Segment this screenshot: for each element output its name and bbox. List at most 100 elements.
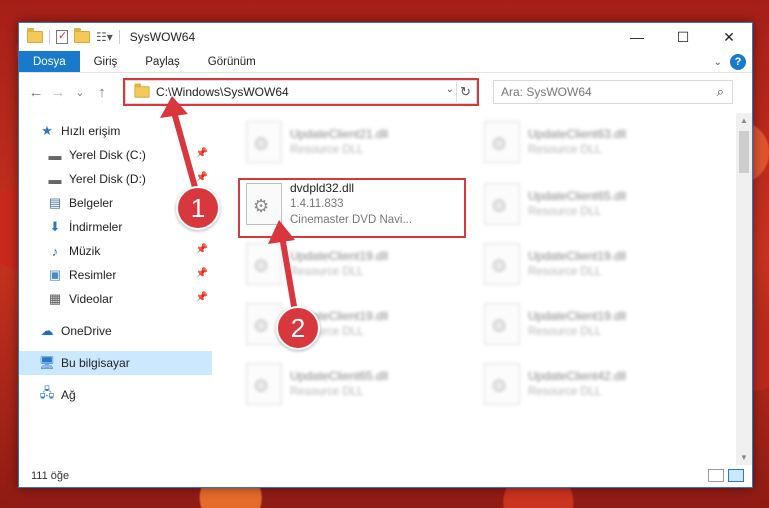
navigation-bar: ← → ⌄ ↑ C:\Windows\SysWOW64 ⌄ ↻ Ara: Sys…: [19, 73, 752, 111]
file-name: UpdateClient19.dll: [290, 249, 389, 263]
pin-icon[interactable]: 📌: [196, 244, 208, 255]
file-name: UpdateClient21.dll: [290, 127, 389, 141]
back-button[interactable]: ←: [25, 84, 47, 101]
sidebar-item-onedrive[interactable]: ☁ OneDrive: [19, 319, 212, 343]
sidebar-item-label: Resimler: [69, 268, 117, 282]
properties-icon[interactable]: [56, 29, 68, 44]
details-view-icon[interactable]: [708, 469, 724, 482]
tab-paylas[interactable]: Paylaş: [131, 51, 194, 72]
navigation-pane: ★ Hızlı erişim ▬ Yerel Disk (C:) 📌 ▬ Yer…: [19, 113, 212, 465]
sidebar-item-quick-access[interactable]: ★ Hızlı erişim: [19, 119, 212, 143]
scroll-down-icon[interactable]: ▼: [736, 453, 752, 462]
file-item[interactable]: UpdateClient65.dll Resource DLL: [240, 359, 460, 409]
file-item[interactable]: UpdateClient21.dll Resource DLL: [240, 117, 460, 167]
file-list: UpdateClient21.dllResource DLL dvdpld32.…: [212, 113, 752, 465]
sidebar-item-pictures[interactable]: ▣ Resimler 📌: [19, 263, 212, 287]
dll-file-icon: [484, 121, 520, 163]
maximize-button[interactable]: ☐: [660, 23, 706, 51]
file-type: Resource DLL: [528, 266, 602, 278]
help-icon[interactable]: ?: [730, 54, 746, 70]
sidebar-item-label: Yerel Disk (C:): [69, 148, 146, 162]
file-type: Resource DLL: [528, 386, 602, 398]
dll-file-icon: [484, 243, 520, 285]
quick-access-toolbar: ☷▾: [27, 28, 120, 44]
file-item[interactable]: UpdateClient19.dllResource DLL: [240, 299, 460, 349]
sidebar-item-videos[interactable]: ▦ Videolar 📌: [19, 287, 212, 311]
file-type: Resource DLL: [528, 326, 602, 338]
drive-icon: ▬: [48, 171, 62, 187]
sidebar-item-label: Yerel Disk (D:): [69, 172, 146, 186]
cloud-icon: ☁: [40, 323, 54, 338]
search-icon[interactable]: ⌕: [717, 84, 724, 100]
file-item[interactable]: UpdateClient19.dll Resource DLL: [478, 239, 698, 289]
sidebar-item-label: Belgeler: [69, 196, 114, 210]
file-type: Resource DLL: [290, 144, 364, 156]
expand-ribbon-icon[interactable]: ⌄: [714, 57, 722, 68]
file-name: UpdateClient19.dll: [528, 249, 627, 263]
pin-icon[interactable]: 📌: [196, 148, 208, 159]
sidebar-item-music[interactable]: ♪ Müzik 📌: [19, 239, 212, 263]
file-item[interactable]: UpdateClient65.dll Resource DLL: [478, 179, 698, 229]
vertical-scrollbar[interactable]: ▲ ▼: [736, 113, 752, 465]
file-item[interactable]: UpdateClient19.dllResource DLL: [240, 239, 460, 289]
ribbon-right-controls: ⌄ ?: [714, 54, 746, 70]
customize-toolbar-icon[interactable]: ☷▾: [96, 30, 113, 44]
explorer-window: ☷▾ SysWOW64 — ☐ ✕ Dosya Giriş Paylaş Gör…: [18, 22, 753, 488]
forward-button[interactable]: →: [47, 84, 69, 101]
sidebar-item-disk-c[interactable]: ▬ Yerel Disk (C:) 📌: [19, 143, 212, 167]
step-badge-2: 2: [276, 306, 320, 350]
scroll-up-icon[interactable]: ▲: [736, 116, 752, 125]
sidebar-item-label: Videolar: [69, 292, 113, 306]
pictures-icon: ▣: [48, 267, 62, 282]
file-name: UpdateClient63.dll: [528, 127, 627, 141]
recent-locations-button[interactable]: ⌄: [69, 86, 91, 99]
dll-file-icon: [246, 363, 282, 405]
new-folder-icon[interactable]: [74, 28, 90, 43]
videos-icon: ▦: [48, 291, 62, 306]
pin-icon[interactable]: 📌: [196, 172, 208, 183]
item-count: 111 öğe: [31, 470, 70, 482]
file-name: UpdateClient65.dll: [290, 369, 389, 383]
file-item[interactable]: UpdateClient42.dll Resource DLL: [478, 359, 698, 409]
sidebar-item-label: İndirmeler: [69, 220, 123, 234]
file-name: UpdateClient19.dll: [528, 309, 627, 323]
tiles-view-icon[interactable]: [728, 469, 744, 482]
up-button[interactable]: ↑: [91, 84, 113, 101]
address-highlight-box: [123, 78, 479, 106]
sidebar-item-this-pc[interactable]: 🖥 Bu bilgisayar: [19, 351, 212, 375]
tab-giris[interactable]: Giriş: [80, 51, 132, 72]
tab-dosya[interactable]: Dosya: [19, 51, 80, 72]
minimize-button[interactable]: —: [614, 23, 660, 51]
sidebar-item-disk-d[interactable]: ▬ Yerel Disk (D:) 📌: [19, 167, 212, 191]
documents-icon: ▤: [48, 195, 62, 210]
sidebar-item-label: Ağ: [61, 388, 76, 402]
window-title: SysWOW64: [129, 30, 196, 44]
sidebar-item-network[interactable]: 🖧 Ağ: [19, 383, 212, 407]
file-item[interactable]: UpdateClient63.dll Resource DLL: [478, 117, 698, 167]
drive-icon: ▬: [48, 147, 62, 163]
separator: [49, 30, 50, 44]
pin-icon[interactable]: 📌: [196, 268, 208, 279]
title-bar: ☷▾ SysWOW64 — ☐ ✕: [19, 23, 752, 51]
scrollbar-thumb[interactable]: [739, 131, 749, 173]
dll-file-icon: [484, 363, 520, 405]
close-button[interactable]: ✕: [706, 23, 752, 51]
search-placeholder: Ara: SysWOW64: [501, 85, 592, 99]
download-icon: ⬇: [49, 219, 61, 234]
folder-icon[interactable]: [27, 28, 43, 43]
dll-file-icon: [484, 183, 520, 225]
file-highlight-box: [238, 178, 466, 238]
pin-icon[interactable]: 📌: [196, 292, 208, 303]
tab-gorunum[interactable]: Görünüm: [194, 51, 270, 72]
sidebar-item-label: OneDrive: [61, 324, 112, 338]
dll-file-icon: [246, 243, 282, 285]
file-item[interactable]: UpdateClient19.dll Resource DLL: [478, 299, 698, 349]
file-name: UpdateClient42.dll: [528, 369, 627, 383]
star-icon: ★: [41, 123, 53, 138]
file-type: Resource DLL: [528, 206, 602, 218]
search-box[interactable]: Ara: SysWOW64 ⌕: [493, 80, 733, 104]
step-badge-1: 1: [176, 186, 220, 230]
file-type: Resource DLL: [528, 144, 602, 156]
